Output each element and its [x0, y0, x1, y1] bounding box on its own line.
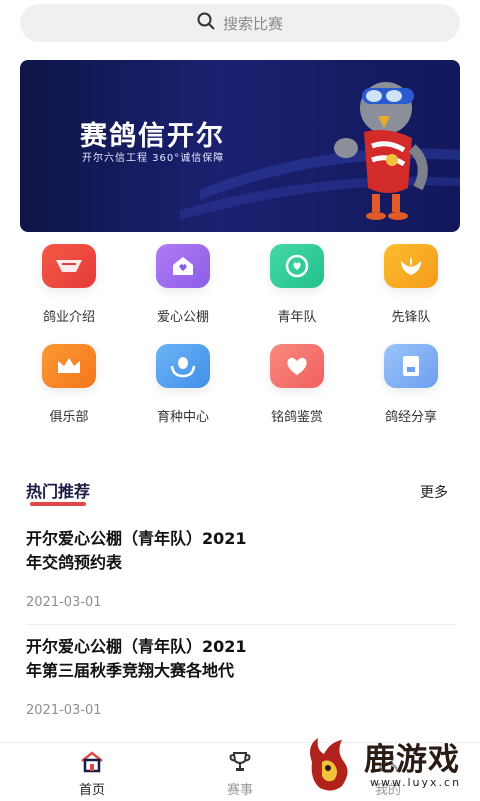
hands-egg-icon	[156, 344, 210, 388]
category-love-loft[interactable]: 爱心公棚	[128, 244, 238, 325]
tab-label: 首页	[78, 783, 105, 798]
home-icon	[81, 751, 103, 773]
trophy-icon	[229, 752, 251, 771]
search-bar[interactable]: 搜索比赛	[20, 4, 460, 42]
section-title: 热门推荐	[26, 482, 91, 501]
news-title-line1: 开尔爱心公棚（青年队）2021	[26, 529, 247, 548]
search-icon	[197, 12, 215, 34]
banner-subtitle: 开尔六信工程 360°诚信保障	[82, 153, 225, 164]
category-pigeon-intro[interactable]: 鸽业介绍	[14, 244, 124, 325]
tab-home[interactable]: 首页	[52, 751, 132, 798]
watermark: 鹿游戏 www.luyx.cn	[298, 732, 480, 800]
news-date: 2021-03-01	[26, 595, 102, 610]
crown-icon	[42, 344, 96, 388]
heart-house-icon	[156, 244, 210, 288]
smile-heart-icon	[270, 244, 324, 288]
banner-title: 赛鸽信开尔	[80, 121, 225, 152]
news-date: 2021-03-01	[26, 703, 102, 718]
heart-tag-icon	[270, 344, 324, 388]
category-label: 爱心公棚	[156, 310, 209, 325]
pigeon-mascot-image	[334, 82, 428, 220]
news-title-line2: 年交鸽预约表	[26, 553, 123, 572]
section-underline	[30, 502, 86, 506]
deer-logo-icon	[304, 738, 356, 794]
category-experience-share[interactable]: 鸽经分享	[356, 344, 466, 425]
category-label: 鸽经分享	[384, 410, 437, 425]
brand-logo-icon	[42, 244, 96, 288]
news-item[interactable]: 开尔爱心公棚（青年队）2021 年第三届秋季竞翔大赛各地代 2021-03-01	[26, 635, 456, 718]
category-label: 育种中心	[156, 410, 209, 425]
category-club[interactable]: 俱乐部	[14, 344, 124, 425]
category-famous-pigeons[interactable]: 铭鸽鉴赏	[242, 344, 352, 425]
divider	[26, 624, 456, 625]
category-label: 俱乐部	[49, 410, 89, 425]
wings-icon	[384, 244, 438, 288]
category-label: 青年队	[277, 310, 317, 325]
news-title-line2: 年第三届秋季竞翔大赛各地代	[26, 661, 235, 680]
search-placeholder: 搜索比赛	[222, 14, 283, 33]
tab-label: 赛事	[226, 783, 253, 798]
category-youth-team[interactable]: 青年队	[242, 244, 352, 325]
promo-banner[interactable]: 赛鸽信开尔 开尔六信工程 360°诚信保障	[20, 60, 460, 232]
watermark-text: 鹿游戏	[364, 742, 460, 778]
news-item[interactable]: 开尔爱心公棚（青年队）2021 年交鸽预约表 2021-03-01	[26, 527, 456, 610]
category-label: 铭鸽鉴赏	[270, 410, 323, 425]
category-breeding-center[interactable]: 育种中心	[128, 344, 238, 425]
tab-events[interactable]: 赛事	[200, 751, 280, 798]
book-icon	[384, 344, 438, 388]
category-vanguard-team[interactable]: 先锋队	[356, 244, 466, 325]
watermark-url: www.luyx.cn	[370, 776, 462, 789]
category-label: 先锋队	[391, 310, 431, 325]
category-label: 鸽业介绍	[42, 310, 95, 325]
news-title-line1: 开尔爱心公棚（青年队）2021	[26, 637, 247, 656]
more-link[interactable]: 更多	[420, 482, 448, 502]
